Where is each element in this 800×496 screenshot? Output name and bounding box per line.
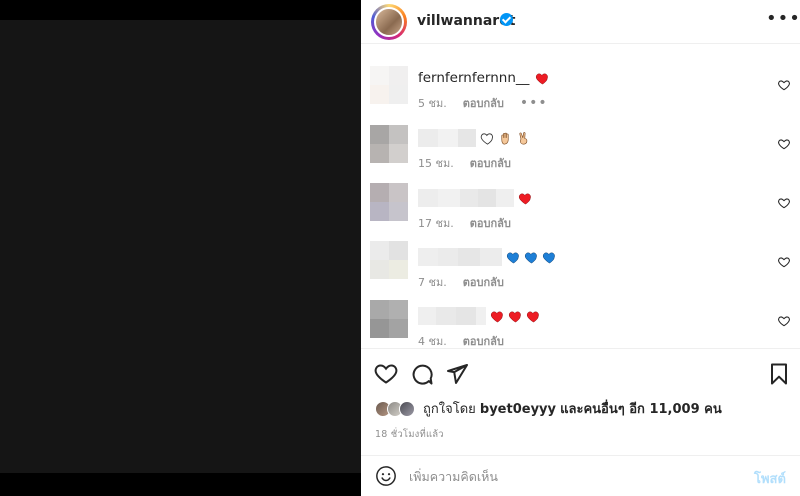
like-comment-icon[interactable]: [777, 196, 791, 210]
comment-item: 17 ชม. ตอบกลับ: [361, 183, 800, 243]
blurred-username[interactable]: [418, 248, 502, 266]
like-comment-icon[interactable]: [777, 255, 791, 269]
raised-hand-icon: [501, 132, 509, 144]
blurred-username[interactable]: [418, 129, 476, 147]
comment-avatar[interactable]: [370, 125, 408, 163]
reply-button[interactable]: ตอบกลับ: [463, 273, 504, 291]
comment-time: 4 ชม.: [418, 335, 447, 348]
post-header: villwannarot •••: [361, 0, 800, 44]
likes-summary: ถูกใจโดย byet0eyyy และคนอื่นๆ อีก 11,009…: [375, 398, 722, 419]
comment-time: 17 ชม.: [418, 217, 454, 230]
like-comment-icon[interactable]: [777, 78, 791, 92]
comment-time: 15 ชม.: [418, 157, 454, 170]
author-avatar[interactable]: [371, 4, 407, 40]
liked-by-others[interactable]: และคนอื่นๆ อีก 11,009 คน: [560, 402, 722, 417]
comment-username[interactable]: fernfernfernnn__: [418, 70, 529, 86]
red-heart-icon: [518, 193, 531, 204]
blue-heart-icon: [506, 252, 519, 263]
comment-more-icon[interactable]: •••: [520, 95, 548, 111]
comment-avatar[interactable]: [370, 66, 408, 104]
post-timestamp[interactable]: 18 ชั่วโมงที่แล้ว: [375, 427, 444, 442]
emoji-icon[interactable]: [375, 465, 397, 487]
liked-by-user[interactable]: byet0eyyy: [480, 402, 556, 417]
blue-heart-icon: [542, 252, 555, 263]
reply-button[interactable]: ตอบกลับ: [463, 94, 504, 112]
white-heart-icon: [480, 132, 493, 145]
reply-button[interactable]: ตอบกลับ: [470, 154, 511, 172]
reply-button[interactable]: ตอบกลับ: [463, 332, 504, 348]
like-post-icon[interactable]: [374, 362, 398, 386]
comment-icon[interactable]: [410, 362, 434, 386]
save-bookmark-icon[interactable]: [767, 362, 791, 386]
red-heart-icon: [526, 311, 539, 322]
post-media[interactable]: [0, 0, 361, 496]
post-panel: villwannarot ••• fernfernfernnn__ 5 ชม. …: [361, 0, 800, 496]
comment-time: 7 ชม.: [418, 276, 447, 289]
victory-hand-icon: [519, 131, 528, 144]
verified-badge-icon: [500, 13, 513, 26]
red-heart-icon: [508, 311, 521, 322]
comment-item: 15 ชม. ตอบกลับ: [361, 125, 800, 185]
comment-item: 4 ชม. ตอบกลับ: [361, 300, 800, 348]
blue-heart-icon: [524, 252, 537, 263]
like-comment-icon[interactable]: [777, 137, 791, 151]
comment-avatar[interactable]: [370, 241, 408, 279]
post-comment-button[interactable]: โพสต์: [754, 468, 786, 489]
video-frame[interactable]: [0, 20, 361, 473]
comment-time: 5 ชม.: [418, 97, 447, 110]
liker-avatar[interactable]: [399, 400, 415, 417]
comment-input[interactable]: [409, 466, 729, 486]
comment-avatar[interactable]: [370, 183, 408, 221]
comments-list[interactable]: fernfernfernnn__ 5 ชม. ตอบกลับ ••• 15 ชม…: [361, 45, 800, 348]
comment-item: fernfernfernnn__ 5 ชม. ตอบกลับ •••: [361, 66, 800, 126]
red-heart-icon: [536, 73, 549, 84]
blurred-username[interactable]: [418, 307, 486, 325]
more-options-icon[interactable]: •••: [766, 10, 800, 28]
reply-button[interactable]: ตอบกลับ: [470, 214, 511, 232]
liked-by-prefix: ถูกใจโดย: [423, 402, 476, 417]
add-comment-bar: โพสต์: [361, 455, 800, 496]
blurred-username[interactable]: [418, 189, 514, 207]
post-actions: ถูกใจโดย byet0eyyy และคนอื่นๆ อีก 11,009…: [361, 348, 800, 456]
comment-avatar[interactable]: [370, 300, 408, 338]
comment-item: 7 ชม. ตอบกลับ: [361, 241, 800, 301]
red-heart-icon: [490, 311, 503, 322]
share-icon[interactable]: [445, 362, 469, 386]
like-comment-icon[interactable]: [777, 314, 791, 328]
